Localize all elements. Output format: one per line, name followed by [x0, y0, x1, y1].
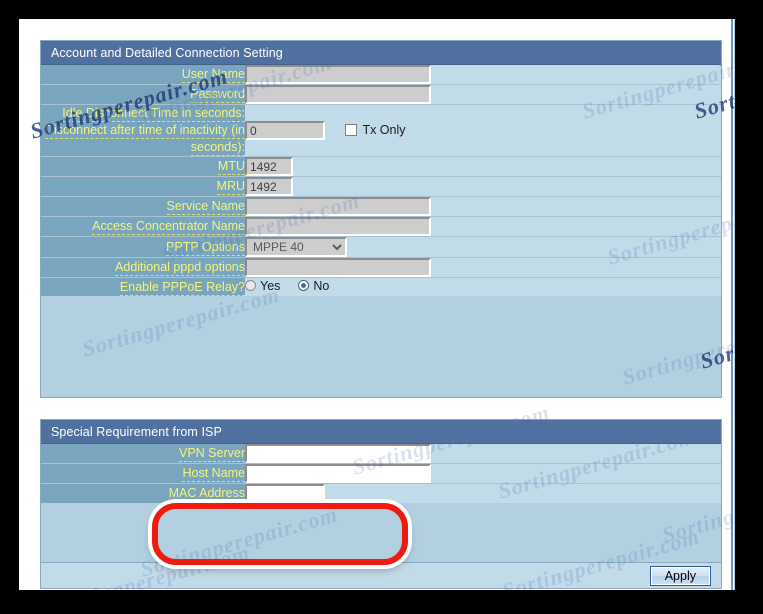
label-access-concentrator: Access Concentrator Name: [92, 219, 245, 235]
label-cell-mtu: MTU: [41, 156, 245, 177]
form-footer: Apply: [40, 562, 722, 589]
label-cell-pppoe-relay: Enable PPPoE Relay?: [41, 277, 245, 296]
field-cell-mac-address: [245, 483, 721, 503]
label-service-name: Service Name: [166, 199, 245, 215]
table-row-pppoe-relay: Enable PPPoE Relay? Yes No: [41, 277, 721, 296]
browser-frame: Account and Detailed Connection Setting …: [19, 19, 735, 590]
table-row-service-name: Service Name: [41, 196, 721, 217]
field-cell-mtu: [245, 156, 721, 177]
label-cell-service-name: Service Name: [41, 196, 245, 217]
table-row-pptp-options: PPTP Options MPPE 40: [41, 236, 721, 258]
pptp-options-select[interactable]: MPPE 40: [245, 237, 347, 257]
mac-address-input[interactable]: [245, 484, 325, 503]
tx-only-checkbox[interactable]: [345, 124, 358, 137]
field-cell-access-concentrator: [245, 216, 721, 237]
label-cell-vpn-server: VPN Server: [41, 444, 245, 464]
table-row-mtu: MTU: [41, 156, 721, 177]
label-mru: MRU: [216, 179, 245, 195]
field-cell-vpn-server: [245, 444, 721, 464]
label-vpn-server: VPN Server: [179, 446, 245, 462]
label-cell-user-name: User Name: [41, 65, 245, 85]
special-requirement-table: VPN Server Host Name MAC Address: [41, 444, 721, 503]
panel-title-special-requirement: Special Requirement from ISP: [41, 420, 721, 444]
table-row-access-concentrator: Access Concentrator Name: [41, 216, 721, 237]
label-cell-host-name: Host Name: [41, 463, 245, 484]
pppoe-relay-yes-radio[interactable]: [245, 280, 256, 291]
field-cell-mru: [245, 176, 721, 197]
label-cell-mru: MRU: [41, 176, 245, 197]
label-cell-access-concentrator: Access Concentrator Name: [41, 216, 245, 237]
label-idle-disconnect-line2: Disconnect after time of inactivity (in: [44, 123, 245, 139]
table-row-host-name: Host Name: [41, 463, 721, 484]
tx-only-label: Tx Only: [362, 123, 406, 138]
pppoe-relay-no-option[interactable]: No: [298, 279, 329, 293]
table-row-user-name: User Name: [41, 65, 721, 85]
password-input[interactable]: [245, 85, 431, 104]
mtu-input[interactable]: [245, 157, 293, 176]
rail-divider: [731, 19, 733, 590]
label-cell-mac-address: MAC Address: [41, 483, 245, 503]
account-connection-panel: Account and Detailed Connection Setting …: [40, 40, 722, 398]
field-cell-host-name: [245, 463, 721, 484]
table-row-idle-disconnect: Idle Disconnect Time in seconds: Disconn…: [41, 104, 721, 157]
user-name-input[interactable]: [245, 65, 431, 84]
pppoe-relay-radio-group: Yes No: [245, 279, 341, 293]
tx-only-checkbox-wrap[interactable]: Tx Only: [345, 123, 406, 138]
router-config-page: Account and Detailed Connection Setting …: [19, 19, 734, 590]
label-mac-address: MAC Address: [168, 486, 245, 502]
field-cell-service-name: [245, 196, 721, 217]
label-idle-disconnect-line3: seconds):: [190, 140, 245, 156]
field-cell-additional-pppd: [245, 257, 721, 278]
label-cell-additional-pppd: Additional pppd options: [41, 257, 245, 278]
mru-input[interactable]: [245, 177, 293, 196]
label-additional-pppd: Additional pppd options: [115, 260, 245, 276]
label-password: Password: [190, 87, 245, 103]
apply-button[interactable]: Apply: [649, 565, 711, 586]
idle-disconnect-input[interactable]: [245, 121, 325, 140]
field-cell-user-name: [245, 65, 721, 85]
label-cell-pptp-options: PPTP Options: [41, 236, 245, 258]
page-right-rail: [722, 19, 734, 590]
label-cell-idle-disconnect: Idle Disconnect Time in seconds: Disconn…: [41, 104, 245, 157]
access-concentrator-input[interactable]: [245, 217, 431, 236]
table-row-mac-address: MAC Address: [41, 483, 721, 503]
panel-title-account: Account and Detailed Connection Setting: [41, 41, 721, 65]
host-name-input[interactable]: [245, 464, 431, 483]
label-mtu: MTU: [217, 159, 245, 175]
field-cell-password: [245, 84, 721, 105]
label-pppoe-relay: Enable PPPoE Relay?: [119, 279, 245, 296]
field-cell-pptp-options: MPPE 40: [245, 236, 721, 258]
special-requirement-panel: Special Requirement from ISP VPN Server …: [40, 419, 722, 568]
vpn-server-input[interactable]: [245, 444, 431, 463]
table-row-password: Password: [41, 84, 721, 105]
label-idle-disconnect-line1: Idle Disconnect Time in seconds:: [62, 106, 245, 122]
label-user-name: User Name: [181, 67, 245, 83]
pppoe-relay-yes-option[interactable]: Yes: [245, 279, 280, 293]
table-row-vpn-server: VPN Server: [41, 444, 721, 464]
account-settings-table: User Name Password Idle Disconnect Time …: [41, 65, 721, 296]
table-row-additional-pppd: Additional pppd options: [41, 257, 721, 278]
label-pptp-options: PPTP Options: [166, 239, 245, 256]
field-cell-idle-disconnect: Tx Only: [245, 104, 721, 157]
label-host-name: Host Name: [182, 466, 245, 482]
service-name-input[interactable]: [245, 197, 431, 216]
pppoe-relay-no-label: No: [313, 278, 330, 293]
table-row-mru: MRU: [41, 176, 721, 197]
field-cell-pppoe-relay: Yes No: [245, 277, 721, 296]
pppoe-relay-no-radio[interactable]: [298, 280, 310, 291]
pppoe-relay-yes-label: Yes: [260, 278, 281, 293]
additional-pppd-input[interactable]: [245, 258, 431, 277]
label-cell-password: Password: [41, 84, 245, 105]
